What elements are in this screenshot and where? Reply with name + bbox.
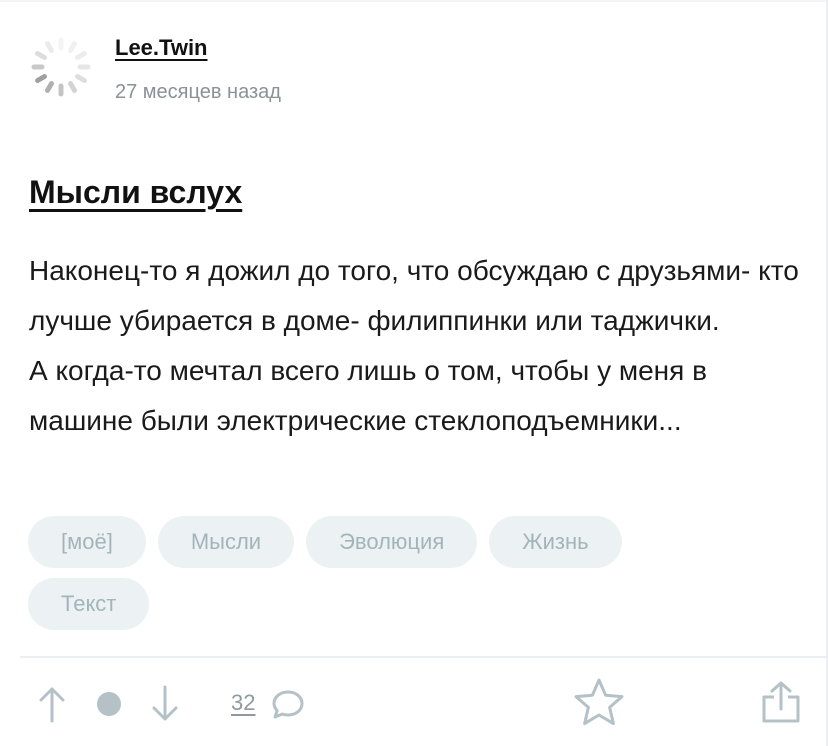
post-card: Lee.Twin 27 месяцев назад Мысли вслух На… xyxy=(0,0,828,746)
actions-divider xyxy=(20,656,828,658)
post-paragraph: А когда-то мечтал всего лишь о том, чтоб… xyxy=(29,355,707,436)
tag-zhizn[interactable]: Жизнь xyxy=(489,516,622,568)
post-time: 27 месяцев назад xyxy=(115,81,281,103)
post-body: Наконец-то я дожил до того, что обсуждаю… xyxy=(29,246,809,446)
star-icon[interactable] xyxy=(570,676,628,730)
post-paragraph: Наконец-то я дожил до того, что обсуждаю… xyxy=(29,255,799,336)
tag-mysli[interactable]: Мысли xyxy=(157,516,295,568)
avatar-loading-icon[interactable] xyxy=(28,34,94,100)
rating-dot-icon xyxy=(95,690,123,718)
arrow-up-icon[interactable] xyxy=(34,683,70,725)
comments-count[interactable]: 32 xyxy=(231,690,255,716)
comment-bubble-icon[interactable] xyxy=(270,688,306,720)
author-link[interactable]: Lee.Twin xyxy=(115,35,208,61)
post-title[interactable]: Мысли вслух xyxy=(29,174,242,211)
arrow-down-icon[interactable] xyxy=(147,683,183,725)
top-border xyxy=(0,0,828,2)
tag-list: [моё] Мысли Эволюция Жизнь Текст xyxy=(28,516,728,630)
tag-tekst[interactable]: Текст xyxy=(28,578,150,630)
share-icon[interactable] xyxy=(758,679,804,725)
tag-moe[interactable]: [моё] xyxy=(28,516,146,568)
tag-evolyutsiya[interactable]: Эволюция xyxy=(306,516,478,568)
